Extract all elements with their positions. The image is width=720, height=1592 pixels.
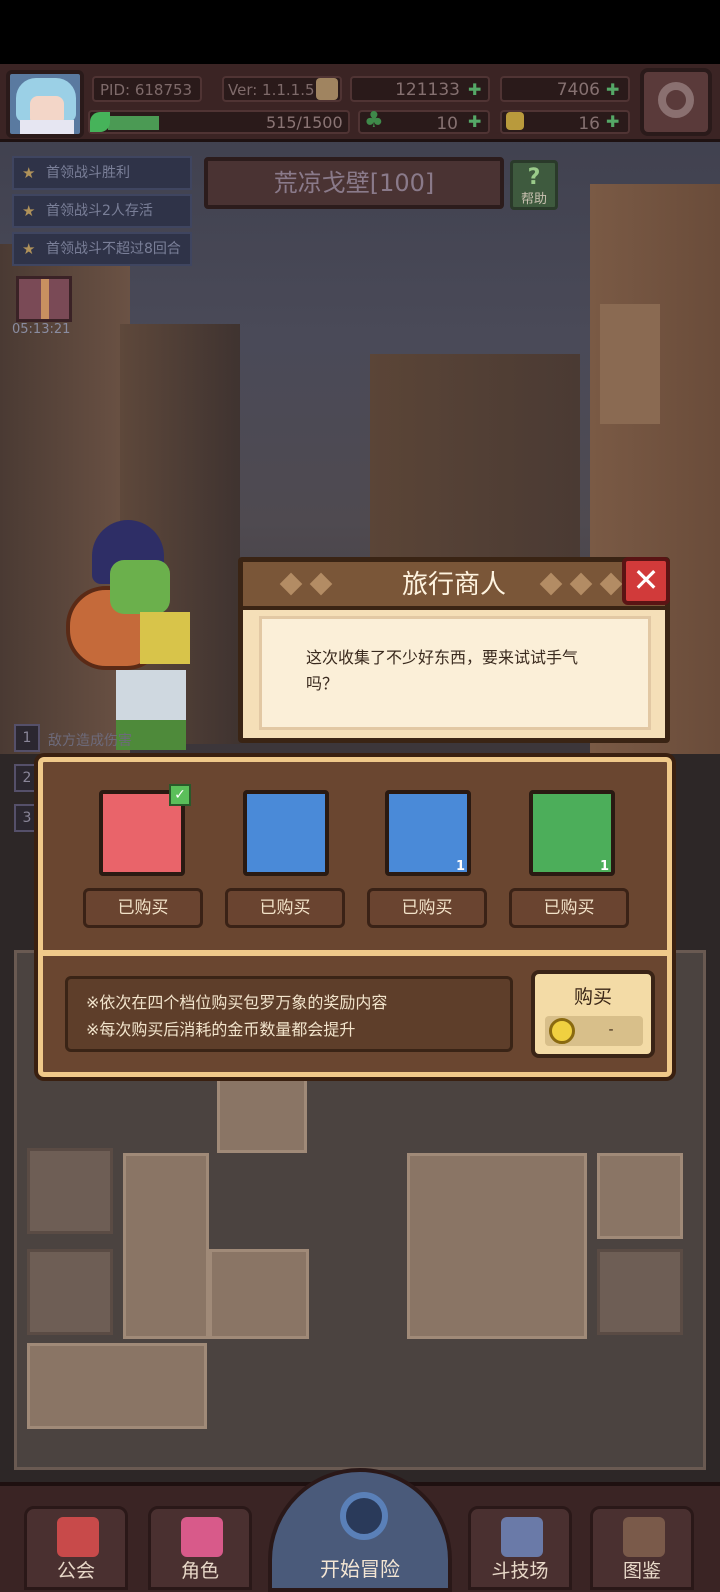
exp-text: 515/1500 [266, 113, 343, 132]
grid-cell[interactable] [597, 1249, 683, 1335]
battle-log-index: 2 [14, 764, 40, 792]
campfire-cell[interactable] [217, 1073, 307, 1153]
buy-cost-row: - [545, 1016, 643, 1046]
nav-label: 图鉴 [622, 1560, 661, 1582]
dialog-title: 旅行商人 [401, 570, 506, 600]
exp-bar: 515/1500 [88, 110, 350, 134]
purchased-label: 已购买 [83, 888, 203, 928]
quest-label: 首领战斗不超过8回合 [46, 241, 181, 257]
cactus-cell[interactable] [209, 1249, 309, 1339]
treasure-chest-icon [399, 804, 457, 862]
close-button[interactable]: ✕ [622, 557, 670, 605]
shop-panel: ✓ 1 1 已购买 已购买 已购买 已购买 ※依次在四个档位购买包罗万象的奖励内… [38, 757, 672, 1077]
dead-tree-cell[interactable] [407, 1153, 587, 1339]
dialog-message-line: 吗？ [306, 674, 339, 693]
dialog-title-bar: 旅行商人 [243, 562, 665, 610]
gift-timer: 05:13:21 [12, 322, 71, 337]
merchant-character [60, 520, 210, 750]
key-icon [506, 112, 524, 130]
crossed-swords-icon [501, 1517, 543, 1557]
buy-cost: - [608, 1022, 614, 1038]
clover-icon: ♣ [364, 108, 384, 133]
add-key-icon[interactable]: ✚ [606, 114, 622, 130]
stage-title: 荒凉戈壁[100] [204, 157, 504, 209]
star-icon: ★ [22, 240, 36, 258]
buy-label: 购买 [573, 986, 612, 1008]
guild-icon [57, 1517, 99, 1557]
star-icon: ★ [22, 202, 36, 220]
nav-codex[interactable]: 图鉴 [590, 1506, 694, 1590]
gem-amount: 7406 [556, 80, 600, 100]
player-id: PID: 618753 [92, 76, 202, 102]
player-avatar[interactable] [6, 70, 84, 138]
battle-log-text: 敌方造成伤害 [48, 733, 132, 749]
purchased-label: 已购买 [509, 888, 629, 928]
help-label: 帮助 [520, 192, 547, 207]
battle-log-index: 1 [14, 724, 40, 752]
buy-button[interactable]: 购买 - [531, 970, 655, 1058]
status-bar [0, 0, 720, 64]
info-line: ※依次在四个档位购买包罗万象的奖励内容 [86, 993, 388, 1012]
nav-label: 开始冒险 [320, 1557, 400, 1581]
shop-slot[interactable]: 1 [529, 790, 615, 876]
add-gem-icon[interactable]: ✚ [606, 82, 622, 98]
exp-fill [108, 116, 159, 130]
magnifier-icon [340, 1492, 388, 1540]
heart-card-icon [257, 804, 315, 862]
item-count: 1 [455, 859, 465, 874]
gold-amount: 121133 [395, 80, 460, 100]
key-amount: 16 [578, 114, 600, 134]
character-icon [181, 1517, 223, 1557]
quest-item[interactable]: ★ 首领战斗胜利 [12, 156, 192, 190]
gear-icon [658, 82, 694, 118]
bones-cell[interactable] [27, 1343, 207, 1429]
merchant-dialog: 旅行商人 这次收集了不少好东西，要来试试手气 吗？ [238, 557, 670, 743]
item-count: 1 [599, 859, 609, 874]
question-icon: ? [527, 165, 541, 190]
shop-slot[interactable] [243, 790, 329, 876]
leaf-icon [90, 112, 110, 132]
quest-label: 首领战斗2人存活 [46, 203, 153, 219]
info-line: ※每次购买后消耗的金币数量都会提升 [86, 1020, 356, 1039]
nav-arena[interactable]: 斗技场 [468, 1506, 572, 1590]
shop-slot[interactable]: 1 [385, 790, 471, 876]
divider [43, 950, 667, 956]
close-icon: ✕ [632, 561, 660, 599]
coin-icon [549, 1018, 575, 1044]
add-clover-icon[interactable]: ✚ [468, 114, 484, 130]
nav-label: 角色 [180, 1560, 219, 1582]
quest-item[interactable]: ★ 首领战斗不超过8回合 [12, 232, 192, 266]
coin-icon [316, 78, 338, 100]
purchased-label: 已购买 [225, 888, 345, 928]
battle-log-index: 3 [14, 804, 40, 832]
book-icon [623, 1517, 665, 1557]
nav-guild[interactable]: 公会 [24, 1506, 128, 1590]
help-button[interactable]: ? 帮助 [510, 160, 558, 210]
cliff-rock [600, 304, 660, 424]
checkmark-icon: ✓ [169, 784, 191, 806]
dialog-message: 这次收集了不少好东西，要来试试手气 吗？ [259, 616, 651, 730]
nav-label: 公会 [56, 1560, 95, 1582]
purchased-label: 已购买 [367, 888, 487, 928]
add-gold-icon[interactable]: ✚ [468, 82, 484, 98]
top-hud: PID: 618753 Ver: 1.1.1.5 121133 ✚ 7406 ✚… [0, 64, 720, 142]
shop-info: ※依次在四个档位购买包罗万象的奖励内容 ※每次购买后消耗的金币数量都会提升 [65, 976, 513, 1052]
grid-cell[interactable] [27, 1249, 113, 1335]
star-icon: ★ [22, 164, 36, 182]
grid-cell[interactable] [27, 1148, 113, 1234]
clover-amount: 10 [436, 114, 458, 134]
nav-character[interactable]: 角色 [148, 1506, 252, 1590]
cactus-cell[interactable] [123, 1153, 209, 1339]
spellbook-icon [543, 804, 601, 862]
quest-item[interactable]: ★ 首领战斗2人存活 [12, 194, 192, 228]
quest-label: 首领战斗胜利 [46, 165, 130, 181]
grid-cell[interactable] [597, 1153, 683, 1239]
nav-label: 斗技场 [491, 1560, 549, 1582]
gift-box-icon[interactable] [16, 276, 72, 322]
dialog-message-line: 这次收集了不少好东西，要来试试手气 [306, 648, 579, 667]
heart-necklace-icon [113, 804, 171, 862]
settings-button[interactable] [640, 68, 712, 136]
